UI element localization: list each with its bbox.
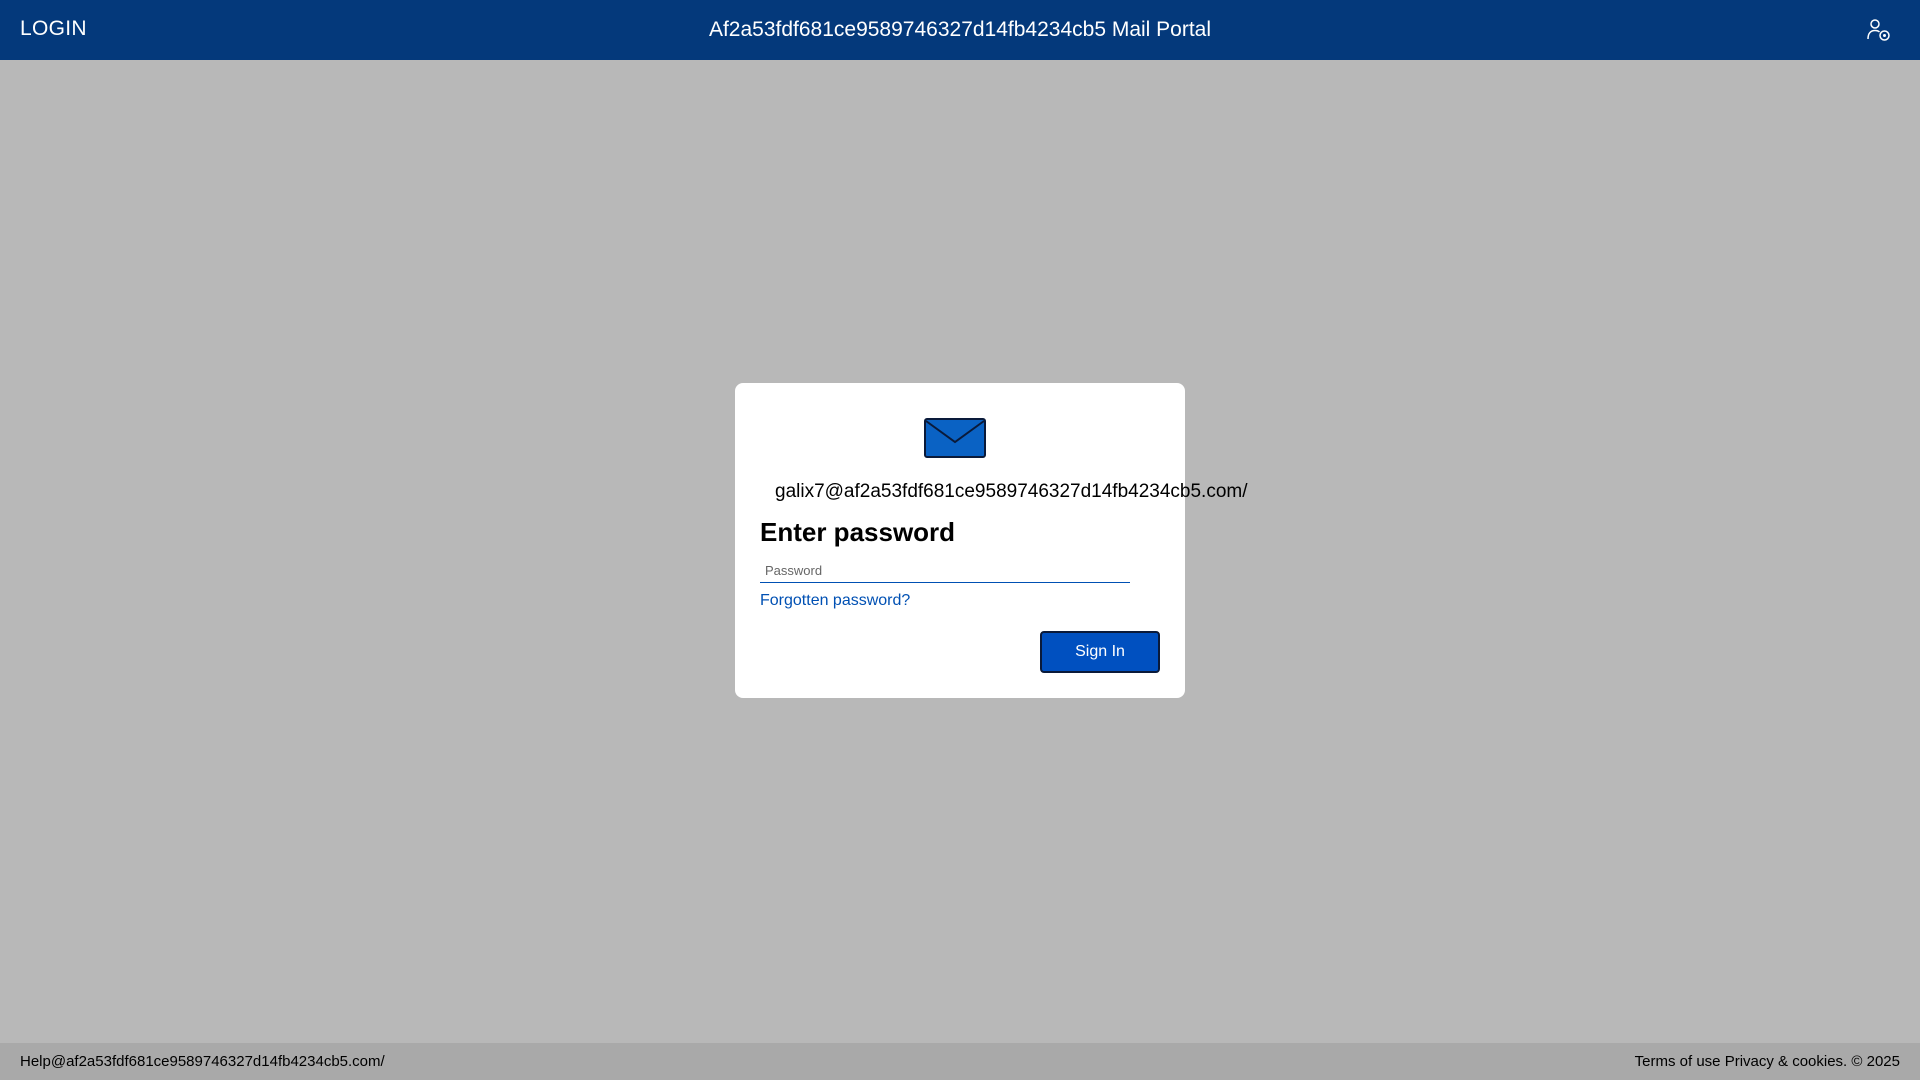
account-button[interactable]	[1866, 17, 1892, 43]
top-bar: LOGIN Af2a53fdf681ce9589746327d14fb4234c…	[0, 0, 1920, 60]
copyright: © 2025	[1851, 1053, 1900, 1070]
footer: Help@af2a53fdf681ce9589746327d14fb4234cb…	[0, 1043, 1920, 1080]
sign-in-button[interactable]: Sign In	[1040, 631, 1160, 673]
user-settings-icon	[1867, 19, 1890, 41]
account-email: galix7@af2a53fdf681ce9589746327d14fb4234…	[775, 481, 1248, 502]
help-email: Help@af2a53fdf681ce9589746327d14fb4234cb…	[20, 1053, 385, 1070]
terms-link[interactable]: Terms of use	[1635, 1053, 1721, 1070]
footer-legal: Terms of use Privacy & cookies. © 2025	[1635, 1053, 1900, 1070]
page-title: Af2a53fdf681ce9589746327d14fb4234cb5 Mai…	[708, 18, 1212, 41]
privacy-link[interactable]: Privacy & cookies.	[1725, 1053, 1848, 1070]
password-input[interactable]	[760, 559, 1130, 583]
enter-password-heading: Enter password	[760, 517, 956, 547]
envelope-icon	[924, 418, 986, 458]
login-card: galix7@af2a53fdf681ce9589746327d14fb4234…	[735, 383, 1248, 698]
forgot-password-link[interactable]: Forgotten password?	[760, 592, 910, 610]
